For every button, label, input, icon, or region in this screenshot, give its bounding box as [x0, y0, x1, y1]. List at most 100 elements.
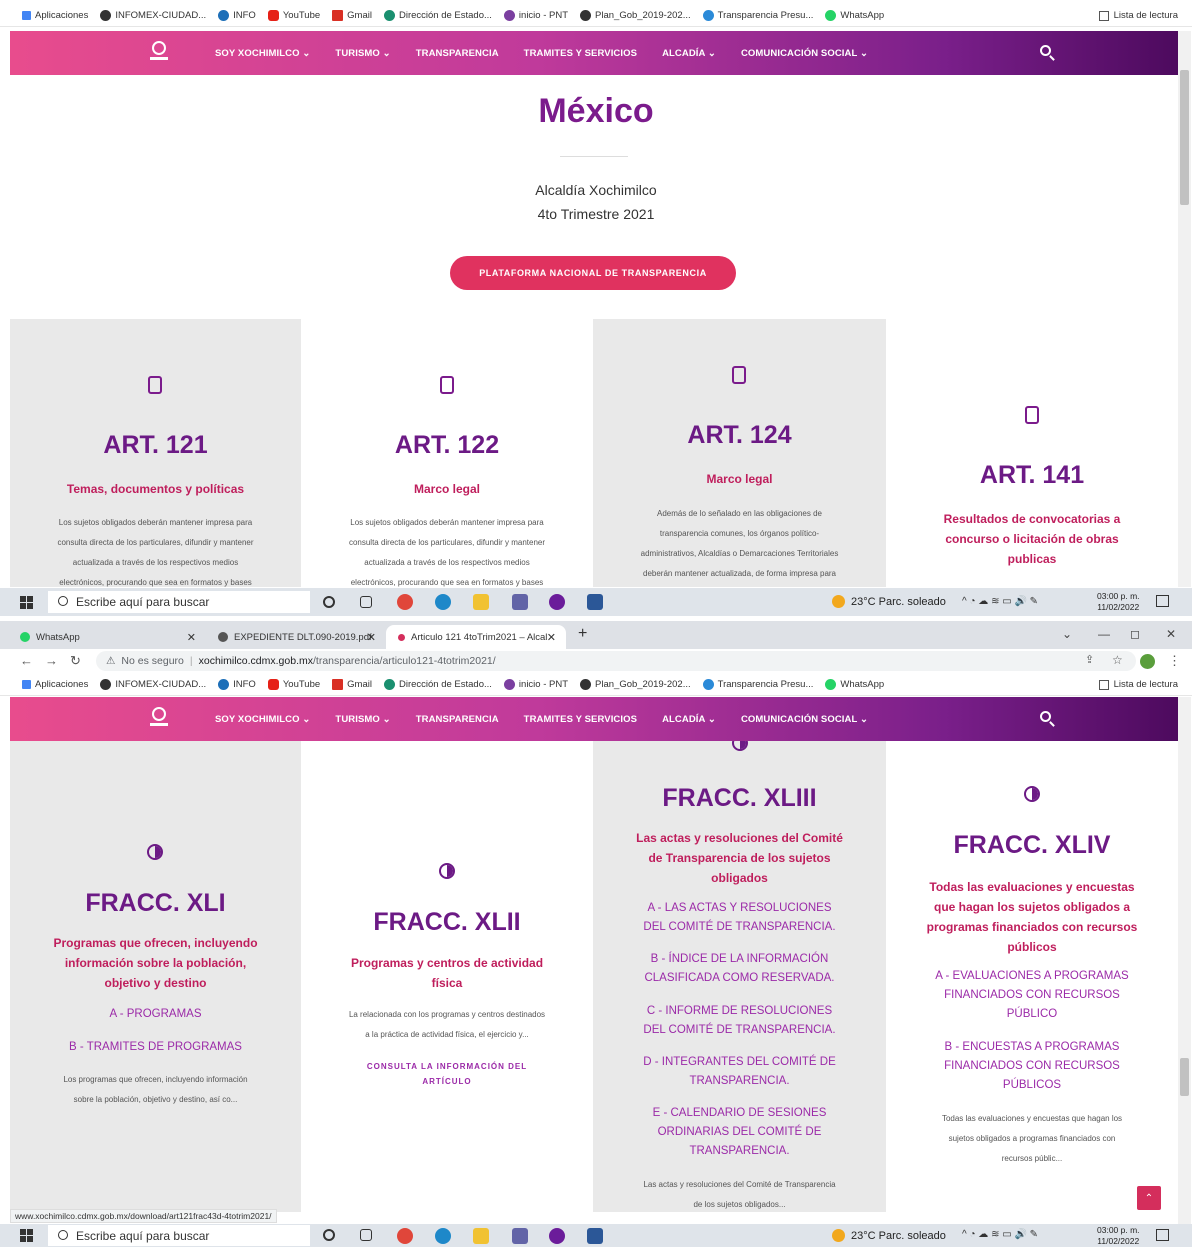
weather-widget[interactable]: 23°C Parc. soleado	[832, 595, 946, 608]
consulta-link[interactable]: CONSULTA LA INFORMACIÓN DEL ARTÍCULO	[301, 1059, 593, 1089]
bookmark-pnt[interactable]: inicio - PNT	[503, 679, 568, 690]
back-button[interactable]: ←	[20, 653, 33, 668]
bookmark-infomex[interactable]: INFOMEX-CIUDAD...	[100, 679, 206, 690]
nav-turismo[interactable]: TURISMO ⌄	[335, 714, 390, 725]
tab-search-icon[interactable]: ⌄	[1062, 627, 1072, 641]
share-icon[interactable]: ⇪	[1085, 653, 1094, 666]
taskbar-search-input[interactable]: Escribe aquí para buscar	[48, 1225, 310, 1246]
system-tray-icons[interactable]: ^ ◔ ☁ ≋ ▭ 🔊 ✎	[962, 596, 1038, 607]
cortana-icon[interactable]	[323, 596, 335, 608]
bookmark-direccion[interactable]: Dirección de Estado...	[383, 679, 492, 690]
page-scrollbar-2[interactable]	[1178, 697, 1191, 1224]
nav-comunicacion[interactable]: COMUNICACIÓN SOCIAL ⌄	[741, 714, 868, 725]
close-tab-icon[interactable]: ✕	[547, 631, 556, 644]
word-icon[interactable]	[587, 594, 603, 610]
bookmark-direccion[interactable]: Dirección de Estado...	[383, 10, 492, 21]
bookmark-apps[interactable]: Aplicaciones	[22, 679, 88, 690]
file-explorer-icon[interactable]	[473, 1228, 489, 1244]
app-icon[interactable]	[549, 1228, 565, 1244]
back-to-top-button[interactable]: ⌃	[1137, 1186, 1161, 1210]
file-explorer-icon[interactable]	[473, 594, 489, 610]
bookmark-plan[interactable]: Plan_Gob_2019-202...	[580, 679, 691, 690]
pnt-button[interactable]: PLATAFORMA NACIONAL DE TRANSPARENCIA	[450, 256, 736, 290]
edge-icon[interactable]	[435, 1228, 451, 1244]
scrollbar-thumb-2[interactable]	[1180, 1058, 1189, 1096]
nav-alcaldia[interactable]: ALCADÍA ⌄	[662, 48, 716, 59]
word-icon[interactable]	[587, 1228, 603, 1244]
tab-articulo[interactable]: Articulo 121 4toTrim2021 – Alcal ✕	[386, 625, 566, 649]
new-tab-button[interactable]: +	[578, 625, 587, 643]
bookmark-youtube[interactable]: YouTube	[267, 679, 320, 690]
fracc-title[interactable]: FRACC. XLI	[10, 889, 301, 918]
nav-tramites[interactable]: TRAMITES Y SERVICIOS	[524, 714, 637, 725]
search-icon[interactable]	[1040, 45, 1056, 61]
bookmark-whatsapp[interactable]: WhatsApp	[825, 10, 884, 21]
nav-transparencia[interactable]: TRANSPARENCIA	[416, 714, 499, 725]
bookmark-apps[interactable]: Aplicaciones	[22, 10, 88, 21]
teams-icon[interactable]	[512, 594, 528, 610]
bookmark-star-icon[interactable]: ☆	[1112, 653, 1123, 667]
link-integrantes-comite[interactable]: D - INTEGRANTES DEL COMITÉ DE TRANSPARENC…	[593, 1053, 886, 1091]
teams-icon[interactable]	[512, 1228, 528, 1244]
bookmark-youtube[interactable]: YouTube	[267, 10, 320, 21]
task-view-icon[interactable]	[360, 596, 372, 608]
nav-soy-xochimilco[interactable]: SOY XOCHIMILCO ⌄	[215, 714, 310, 725]
clock[interactable]: 03:00 p. m. 11/02/2022	[1097, 1225, 1140, 1247]
link-encuestas-programas[interactable]: B - ENCUESTAS A PROGRAMAS FINANCIADOS CON…	[886, 1038, 1178, 1095]
weather-widget[interactable]: 23°C Parc. soleado	[832, 1229, 946, 1242]
bookmark-gmail[interactable]: Gmail	[332, 679, 372, 690]
bookmark-gmail[interactable]: Gmail	[332, 10, 372, 21]
fracc-title[interactable]: FRACC. XLIII	[593, 784, 886, 813]
nav-turismo[interactable]: TURISMO ⌄	[335, 48, 390, 59]
bookmark-pnt[interactable]: inicio - PNT	[503, 10, 568, 21]
article-title[interactable]: ART. 141	[886, 461, 1178, 490]
bookmark-whatsapp[interactable]: WhatsApp	[825, 679, 884, 690]
windows-start-icon[interactable]	[20, 1229, 33, 1242]
minimize-button[interactable]: —	[1098, 627, 1110, 641]
edge-icon[interactable]	[435, 594, 451, 610]
article-title[interactable]: ART. 122	[301, 431, 593, 460]
bookmark-transparencia[interactable]: Transparencia Presu...	[702, 10, 813, 21]
nav-comunicacion[interactable]: COMUNICACIÓN SOCIAL ⌄	[741, 48, 868, 59]
bookmark-infomex[interactable]: INFOMEX-CIUDAD...	[100, 10, 206, 21]
bookmark-plan[interactable]: Plan_Gob_2019-202...	[580, 10, 691, 21]
bookmark-info[interactable]: INFO	[218, 679, 256, 690]
article-title[interactable]: ART. 121	[10, 431, 301, 460]
system-tray-icons[interactable]: ^ ◔ ☁ ≋ ▭ 🔊 ✎	[962, 1229, 1038, 1240]
tab-whatsapp[interactable]: WhatsApp ✕	[8, 625, 206, 649]
reading-list-button[interactable]: Lista de lectura	[1098, 10, 1178, 21]
clock[interactable]: 03:00 p. m. 11/02/2022	[1097, 591, 1140, 613]
maximize-button[interactable]: ◻	[1130, 627, 1140, 641]
close-window-button[interactable]: ✕	[1166, 627, 1176, 641]
taskbar-search-input[interactable]: Escribe aquí para buscar	[48, 591, 310, 613]
profile-avatar[interactable]	[1140, 654, 1155, 669]
bookmark-transparencia[interactable]: Transparencia Presu...	[702, 679, 813, 690]
link-informe-resoluciones[interactable]: C - INFORME DE RESOLUCIONES DEL COMITÉ DE…	[593, 1002, 886, 1040]
nav-tramites[interactable]: TRAMITES Y SERVICIOS	[524, 48, 637, 59]
windows-start-icon[interactable]	[20, 596, 33, 609]
article-title[interactable]: ART. 124	[593, 421, 886, 450]
cortana-icon[interactable]	[323, 1229, 335, 1241]
chrome-icon[interactable]	[397, 594, 413, 610]
menu-icon[interactable]: ⋮	[1168, 653, 1181, 669]
nav-transparencia[interactable]: TRANSPARENCIA	[416, 48, 499, 59]
fracc-title[interactable]: FRACC. XLIV	[886, 831, 1178, 860]
fracc-title[interactable]: FRACC. XLII	[301, 908, 593, 937]
task-view-icon[interactable]	[360, 1229, 372, 1241]
bookmark-info[interactable]: INFO	[218, 10, 256, 21]
link-calendario-sesiones[interactable]: E - CALENDARIO DE SESIONES ORDINARIAS DEL…	[593, 1104, 886, 1161]
nav-soy-xochimilco[interactable]: SOY XOCHIMILCO ⌄	[215, 48, 310, 59]
notification-icon[interactable]	[1156, 1229, 1169, 1241]
nav-alcaldia[interactable]: ALCADÍA ⌄	[662, 714, 716, 725]
search-icon[interactable]	[1040, 711, 1056, 727]
reading-list-button[interactable]: Lista de lectura	[1098, 679, 1178, 690]
link-evaluaciones-programas[interactable]: A - EVALUACIONES A PROGRAMAS FINANCIADOS …	[886, 967, 1178, 1024]
tab-expediente[interactable]: EXPEDIENTE DLT.090-2019.pdf ✕	[206, 625, 386, 649]
close-tab-icon[interactable]: ✕	[367, 631, 376, 644]
xochimilco-logo-icon[interactable]	[150, 41, 168, 63]
link-indice-reservada[interactable]: B - ÍNDICE DE LA INFORMACIÓN CLASIFICADA …	[593, 950, 886, 988]
notification-icon[interactable]	[1156, 595, 1169, 607]
forward-button[interactable]: →	[45, 653, 58, 668]
app-icon[interactable]	[549, 594, 565, 610]
scrollbar-thumb[interactable]	[1180, 70, 1189, 205]
